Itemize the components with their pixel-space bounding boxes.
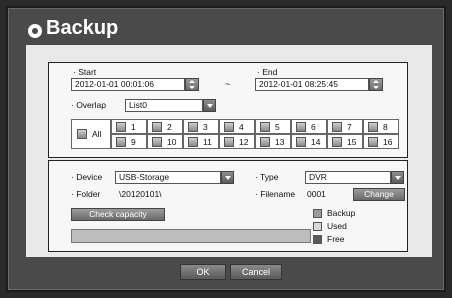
range-separator: ~: [225, 79, 231, 89]
change-button[interactable]: Change: [353, 188, 405, 201]
used-legend-label: Used: [327, 221, 347, 231]
channel-cell[interactable]: 15: [327, 134, 363, 149]
end-datetime-field[interactable]: 2012-01-01 08:25:45: [255, 78, 369, 91]
channel-checkbox[interactable]: [224, 122, 234, 132]
capacity-bar: [71, 229, 311, 243]
channel-cell[interactable]: 7: [327, 119, 363, 134]
channel-cell[interactable]: 3: [183, 119, 219, 134]
channel-checkbox[interactable]: [368, 122, 378, 132]
dialog-title: Backup: [46, 17, 119, 39]
used-legend-swatch: [313, 222, 322, 231]
overlap-label: · Overlap: [71, 100, 106, 110]
channel-checkbox[interactable]: [260, 122, 270, 132]
start-spin-button[interactable]: [185, 78, 199, 91]
channel-number: 7: [347, 122, 352, 132]
channel-number: 2: [167, 122, 172, 132]
search-range-panel: · Start 2012-01-01 00:01:06 ~ · End 2012…: [48, 62, 408, 158]
channel-number: 12: [239, 137, 249, 147]
start-datetime-field[interactable]: 2012-01-01 00:01:06: [71, 78, 185, 91]
channel-checkbox[interactable]: [332, 137, 342, 147]
channel-number: 3: [203, 122, 208, 132]
type-label: · Type: [255, 172, 279, 182]
channel-number: 9: [131, 137, 136, 147]
folder-value: \20120101\: [119, 189, 162, 199]
channel-checkbox[interactable]: [224, 137, 234, 147]
channel-cell[interactable]: 4: [219, 119, 255, 134]
cancel-button[interactable]: Cancel: [230, 264, 282, 280]
channel-all-label: All: [92, 129, 102, 139]
free-legend-label: Free: [327, 234, 345, 244]
check-capacity-button[interactable]: Check capacity: [71, 208, 165, 221]
channel-checkbox[interactable]: [152, 122, 162, 132]
start-label: · Start: [73, 67, 97, 77]
channel-number: 5: [275, 122, 280, 132]
folder-label: · Folder: [71, 189, 101, 199]
channel-number: 14: [311, 137, 321, 147]
channel-cell[interactable]: 1: [111, 119, 147, 134]
channel-number: 13: [275, 137, 285, 147]
end-spin-button[interactable]: [369, 78, 383, 91]
channel-number: 1: [131, 122, 136, 132]
device-dropdown-arrow-icon[interactable]: [221, 171, 234, 184]
channel-checkbox[interactable]: [152, 137, 162, 147]
channel-all-checkbox[interactable]: [77, 129, 87, 139]
filename-value: 0001: [307, 189, 326, 199]
backup-icon: [28, 24, 42, 38]
channel-checkbox[interactable]: [296, 122, 306, 132]
overlap-select[interactable]: List0: [125, 99, 203, 112]
channel-cell[interactable]: 10: [147, 134, 183, 149]
channel-checkbox[interactable]: [260, 137, 270, 147]
channel-number: 4: [239, 122, 244, 132]
device-select[interactable]: USB-Storage: [115, 171, 221, 184]
ok-button[interactable]: OK: [180, 264, 226, 280]
channel-cell[interactable]: 5: [255, 119, 291, 134]
type-select[interactable]: DVR: [305, 171, 391, 184]
channel-cell[interactable]: 13: [255, 134, 291, 149]
backup-dialog: Backup · Start 2012-01-01 00:01:06 ~ · E…: [6, 6, 446, 292]
filename-label: · Filename: [255, 189, 296, 199]
channel-checkbox[interactable]: [368, 137, 378, 147]
type-dropdown-arrow-icon[interactable]: [391, 171, 404, 184]
channel-cell[interactable]: 16: [363, 134, 399, 149]
channel-checkbox[interactable]: [116, 137, 126, 147]
channel-checkbox[interactable]: [296, 137, 306, 147]
overlap-dropdown-arrow-icon[interactable]: [203, 99, 216, 112]
device-panel: · Device USB-Storage · Type DVR · Folder…: [48, 160, 408, 252]
channel-cell[interactable]: 2: [147, 119, 183, 134]
channel-number: 8: [383, 122, 388, 132]
channel-checkbox[interactable]: [332, 122, 342, 132]
channel-number: 10: [167, 137, 177, 147]
channel-all-cell[interactable]: All: [71, 119, 111, 149]
channel-number: 11: [203, 137, 212, 147]
device-label: · Device: [71, 172, 103, 182]
channel-number: 6: [311, 122, 316, 132]
channel-checkbox[interactable]: [188, 122, 198, 132]
channel-checkbox[interactable]: [188, 137, 198, 147]
channel-cell[interactable]: 14: [291, 134, 327, 149]
channel-checkbox[interactable]: [116, 122, 126, 132]
channel-number: 16: [383, 137, 393, 147]
channel-cell[interactable]: 6: [291, 119, 327, 134]
channel-number: 15: [347, 137, 357, 147]
backup-legend-swatch: [313, 209, 322, 218]
end-label: · End: [257, 67, 278, 77]
channel-cell[interactable]: 11: [183, 134, 219, 149]
channel-cell[interactable]: 8: [363, 119, 399, 134]
channel-cell[interactable]: 12: [219, 134, 255, 149]
free-legend-swatch: [313, 235, 322, 244]
channel-cell[interactable]: 9: [111, 134, 147, 149]
backup-legend-label: Backup: [327, 208, 356, 218]
